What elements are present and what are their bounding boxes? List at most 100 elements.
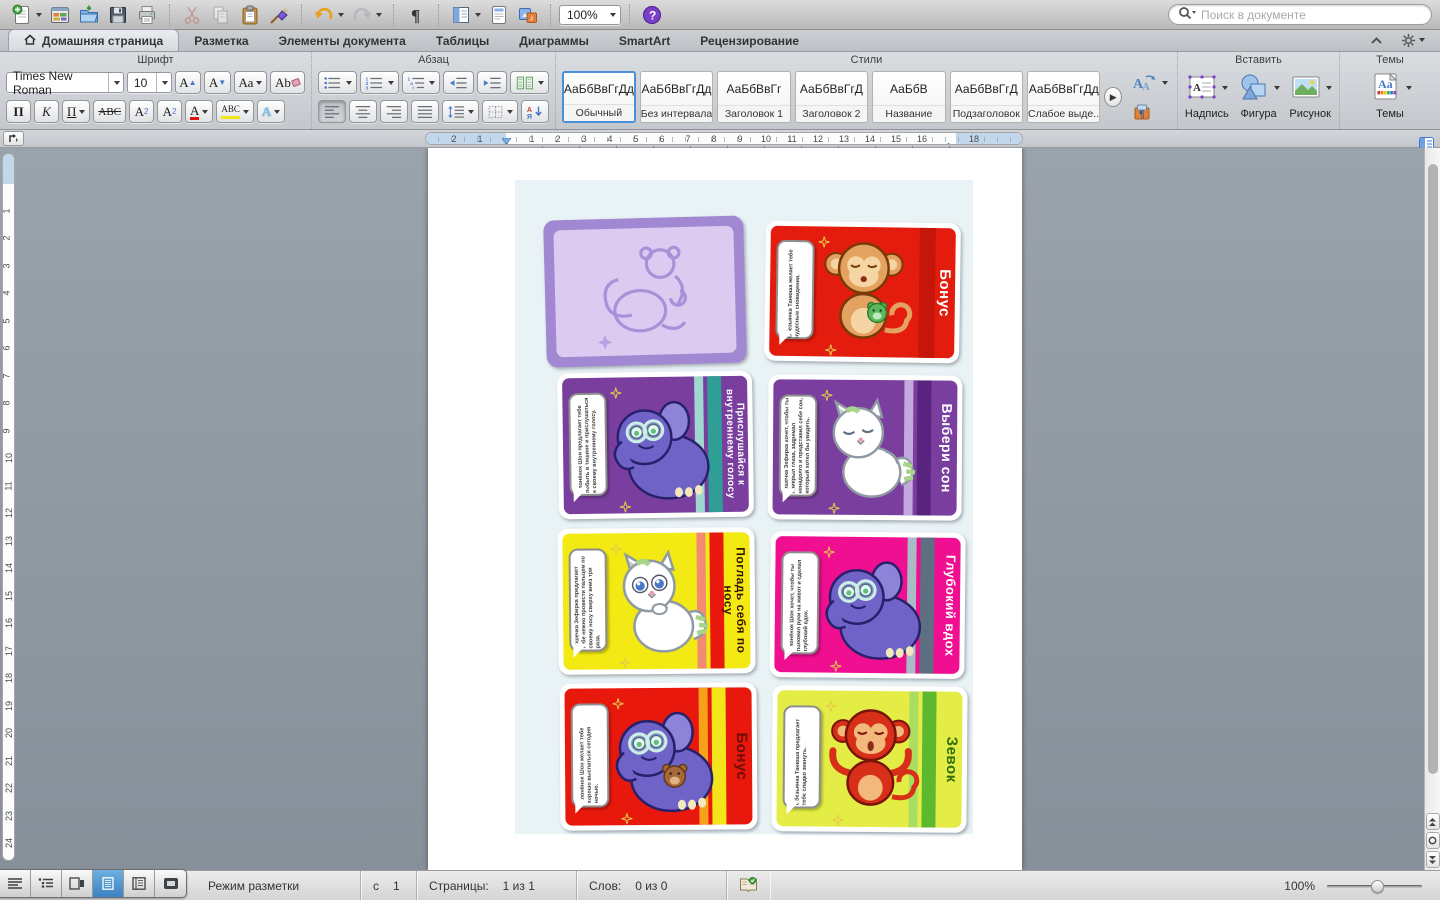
tab-stop-selector[interactable] <box>3 131 24 146</box>
style-заголовок-1[interactable]: АаБбВвГгЗаголовок 1 <box>717 71 790 123</box>
tab-элементы-документа[interactable]: Элементы документа <box>264 30 421 51</box>
clear-formatting-button[interactable]: Ab <box>270 71 305 94</box>
tab-диаграммы[interactable]: Диаграммы <box>504 30 604 51</box>
hanging-indent-marker[interactable] <box>502 139 511 145</box>
align-right-button[interactable] <box>380 100 408 123</box>
open-icon[interactable] <box>75 2 103 28</box>
svg-text:i: i <box>412 85 414 90</box>
card-speech-bubble: Слонёнок Шон желает тебе хорошо выспатьс… <box>571 703 610 807</box>
gallery-icon[interactable] <box>46 2 74 28</box>
word-count-indicator[interactable]: Слов:0 из 0 <box>577 871 727 900</box>
more-styles-button[interactable]: ▶ <box>1104 87 1122 107</box>
text-effects-button[interactable]: А <box>257 100 285 123</box>
search-icon[interactable] <box>1178 6 1196 23</box>
collapse-ribbon-icon[interactable] <box>1367 32 1386 48</box>
borders-button[interactable] <box>482 100 518 123</box>
show-paragraph-marks-icon[interactable]: ¶ <box>402 2 430 28</box>
redo-icon[interactable] <box>348 2 385 28</box>
numbering-button[interactable]: 123 <box>360 71 399 94</box>
card-speech-bubble: Слонёнок Шон хочет, чтобы ты положил рук… <box>780 551 819 655</box>
ruler-number: 15 <box>891 134 901 144</box>
underline-button[interactable]: П <box>62 100 90 123</box>
bullets-button[interactable] <box>318 71 357 94</box>
tab-разметка[interactable]: Разметка <box>179 30 263 51</box>
sort-button[interactable]: АЯ <box>521 100 549 123</box>
insert-picture-button[interactable]: Рисунок <box>1287 70 1333 120</box>
svg-text:Я: Я <box>527 113 532 120</box>
print-icon[interactable] <box>133 2 161 28</box>
notebook-view-button[interactable] <box>124 870 155 897</box>
spellcheck-status[interactable] <box>727 871 770 900</box>
line-spacing-button[interactable] <box>442 100 480 123</box>
insert-shape-button[interactable]: Фигура <box>1236 70 1282 120</box>
style-обычный[interactable]: АаБбВвГгДдОбычный <box>562 71 636 123</box>
italic-button[interactable]: К <box>34 100 59 123</box>
align-center-button[interactable] <box>349 100 377 123</box>
font-size-select[interactable]: 10 <box>127 72 172 93</box>
star-decoration <box>621 813 632 824</box>
copy-icon[interactable] <box>207 2 235 28</box>
zoom-slider[interactable] <box>1327 880 1422 892</box>
select-browse-object-button[interactable] <box>1426 832 1440 849</box>
draft-view-button[interactable] <box>0 870 31 897</box>
insert-text-box-button[interactable]: AНадпись <box>1184 70 1230 120</box>
strikethrough-button[interactable]: ABC <box>93 100 126 123</box>
style-подзаголовок[interactable]: АаБбВвГгДПодзаголовок <box>950 71 1023 123</box>
manage-styles-icon[interactable]: ¶ <box>1130 99 1171 125</box>
tab-домашняя-страница[interactable]: Домашняя страница <box>8 29 179 51</box>
help-icon[interactable]: ? <box>638 2 666 28</box>
media-browser-icon[interactable]: ♪ <box>514 2 542 28</box>
browse-next-button[interactable] <box>1426 851 1440 868</box>
document-page[interactable]: Обезьянка Танюша желает тебе чудесные сн… <box>428 148 1022 870</box>
font-color-button[interactable]: А <box>185 100 213 123</box>
new-document-icon[interactable] <box>8 2 45 28</box>
publishing-layout-view-button[interactable] <box>62 870 93 897</box>
tab-таблицы[interactable]: Таблицы <box>421 30 504 51</box>
tab-smartart[interactable]: SmartArt <box>604 30 685 51</box>
outline-view-button[interactable] <box>31 870 62 897</box>
justify-button[interactable] <box>411 100 439 123</box>
search-input[interactable] <box>1201 8 1422 22</box>
tab-рецензирование[interactable]: Рецензирование <box>685 30 814 51</box>
focus-view-button[interactable] <box>155 870 186 897</box>
fields-icon[interactable] <box>485 2 513 28</box>
save-icon[interactable] <box>104 2 132 28</box>
style-название[interactable]: АаБбВНазвание <box>872 71 945 123</box>
style-без-интервала[interactable]: АаБбВвГгДдБез интервала <box>640 71 713 123</box>
style-слабое-выде-[interactable]: АаБбВвГгДдСлабое выде... <box>1027 71 1100 123</box>
scrollbar-thumb[interactable] <box>1428 164 1438 774</box>
paste-icon[interactable] <box>236 2 264 28</box>
scanned-cards-image[interactable]: Обезьянка Танюша желает тебе чудесные сн… <box>515 180 973 834</box>
columns-button[interactable] <box>510 71 549 94</box>
outdent-button[interactable] <box>443 71 473 94</box>
superscript-button[interactable]: A2 <box>129 100 154 123</box>
style-заголовок-2[interactable]: АаБбВвГгДЗаголовок 2 <box>795 71 868 123</box>
browse-previous-button[interactable] <box>1426 813 1440 830</box>
font-name-select[interactable]: Times New Roman <box>6 72 124 93</box>
align-left-button[interactable] <box>318 100 346 123</box>
change-styles-icon[interactable]: AA <box>1130 70 1171 96</box>
insert-themes-button[interactable]: AaТемы <box>1366 70 1414 120</box>
print-layout-view-button[interactable] <box>93 870 124 897</box>
cut-icon[interactable] <box>178 2 206 28</box>
zoom-slider-thumb[interactable] <box>1371 880 1384 893</box>
zoom-select[interactable]: 100% <box>559 5 621 25</box>
bold-button[interactable]: П <box>6 100 31 123</box>
vertical-scrollbar[interactable] <box>1424 148 1440 870</box>
search-box[interactable] <box>1168 4 1432 25</box>
section-indicator[interactable]: с1 <box>361 871 417 900</box>
change-case-button[interactable]: Аа <box>234 71 267 94</box>
undo-icon[interactable] <box>310 2 347 28</box>
shrink-font-button[interactable]: A▼ <box>204 71 231 94</box>
layout-icon[interactable] <box>447 2 484 28</box>
right-indent-marker[interactable] <box>944 139 953 145</box>
format-painter-icon[interactable] <box>265 2 293 28</box>
gear-icon[interactable] <box>1398 32 1428 48</box>
grow-font-button[interactable]: A▲ <box>175 71 202 94</box>
subscript-button[interactable]: A2 <box>157 100 182 123</box>
styles-group-title: Стили <box>556 54 1177 66</box>
multilevel-button[interactable]: 1ai <box>402 71 441 94</box>
page-indicator[interactable]: Страницы:1 из 1 <box>417 871 577 900</box>
highlight-button[interactable]: АВС <box>216 100 254 123</box>
indent-button[interactable] <box>477 71 507 94</box>
